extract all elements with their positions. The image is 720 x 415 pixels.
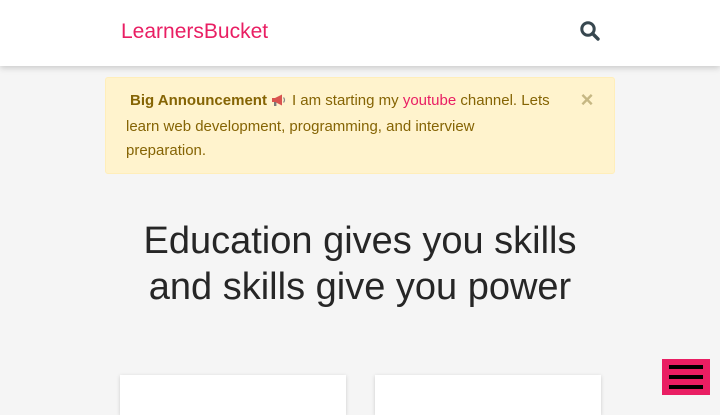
announcement-text-start: I am starting my <box>291 92 399 109</box>
hamburger-menu-icon-bar <box>669 365 703 369</box>
youtube-link[interactable]: youtube <box>403 92 456 109</box>
content-card[interactable] <box>120 375 346 415</box>
search-icon <box>580 21 600 41</box>
close-announcement-button[interactable]: × <box>579 89 595 111</box>
hamburger-menu-button[interactable] <box>662 359 710 395</box>
hero-line-1: Education gives you skills <box>143 220 577 262</box>
announcement-banner: Big Announcement I am starting my youtube… <box>105 77 615 174</box>
hamburger-menu-icon-bar <box>669 385 703 389</box>
hamburger-menu-icon-bar <box>669 375 703 379</box>
hero-line-2: and skills give you power <box>148 266 572 308</box>
content-card[interactable] <box>375 375 601 415</box>
search-button[interactable] <box>579 20 601 42</box>
site-header: LearnersBucket <box>0 0 720 66</box>
announcement-title: Big Announcement <box>130 92 267 109</box>
hero-heading: Education gives you skills and skills gi… <box>0 218 720 310</box>
site-logo[interactable]: LearnersBucket <box>121 19 268 45</box>
megaphone-icon <box>270 91 287 115</box>
